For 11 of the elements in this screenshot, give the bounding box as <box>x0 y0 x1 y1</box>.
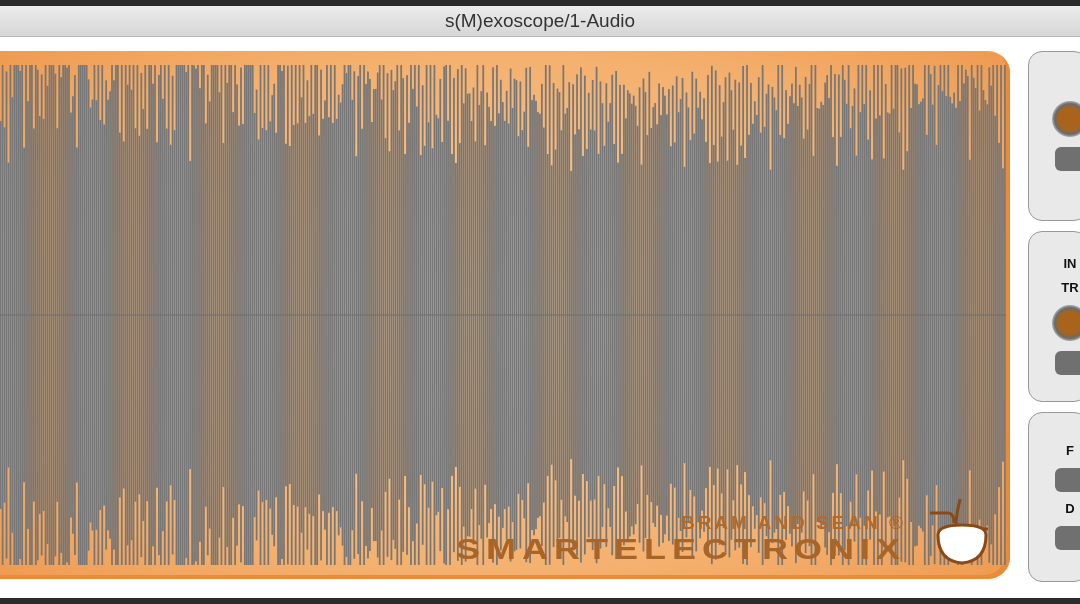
window-title: s(M)exoscope/1-Audio <box>444 10 636 32</box>
knob[interactable] <box>1052 101 1080 138</box>
panel-button[interactable] <box>1055 467 1080 492</box>
panel-label: F <box>1066 443 1074 458</box>
panel-button[interactable] <box>1055 147 1080 172</box>
panel-label: TR <box>1061 281 1079 296</box>
panel-label: D <box>1065 501 1075 516</box>
panel-button[interactable] <box>1055 525 1080 550</box>
knob[interactable] <box>1052 305 1080 342</box>
panel-label: IN <box>1063 257 1077 272</box>
panel-button[interactable] <box>1055 351 1080 376</box>
